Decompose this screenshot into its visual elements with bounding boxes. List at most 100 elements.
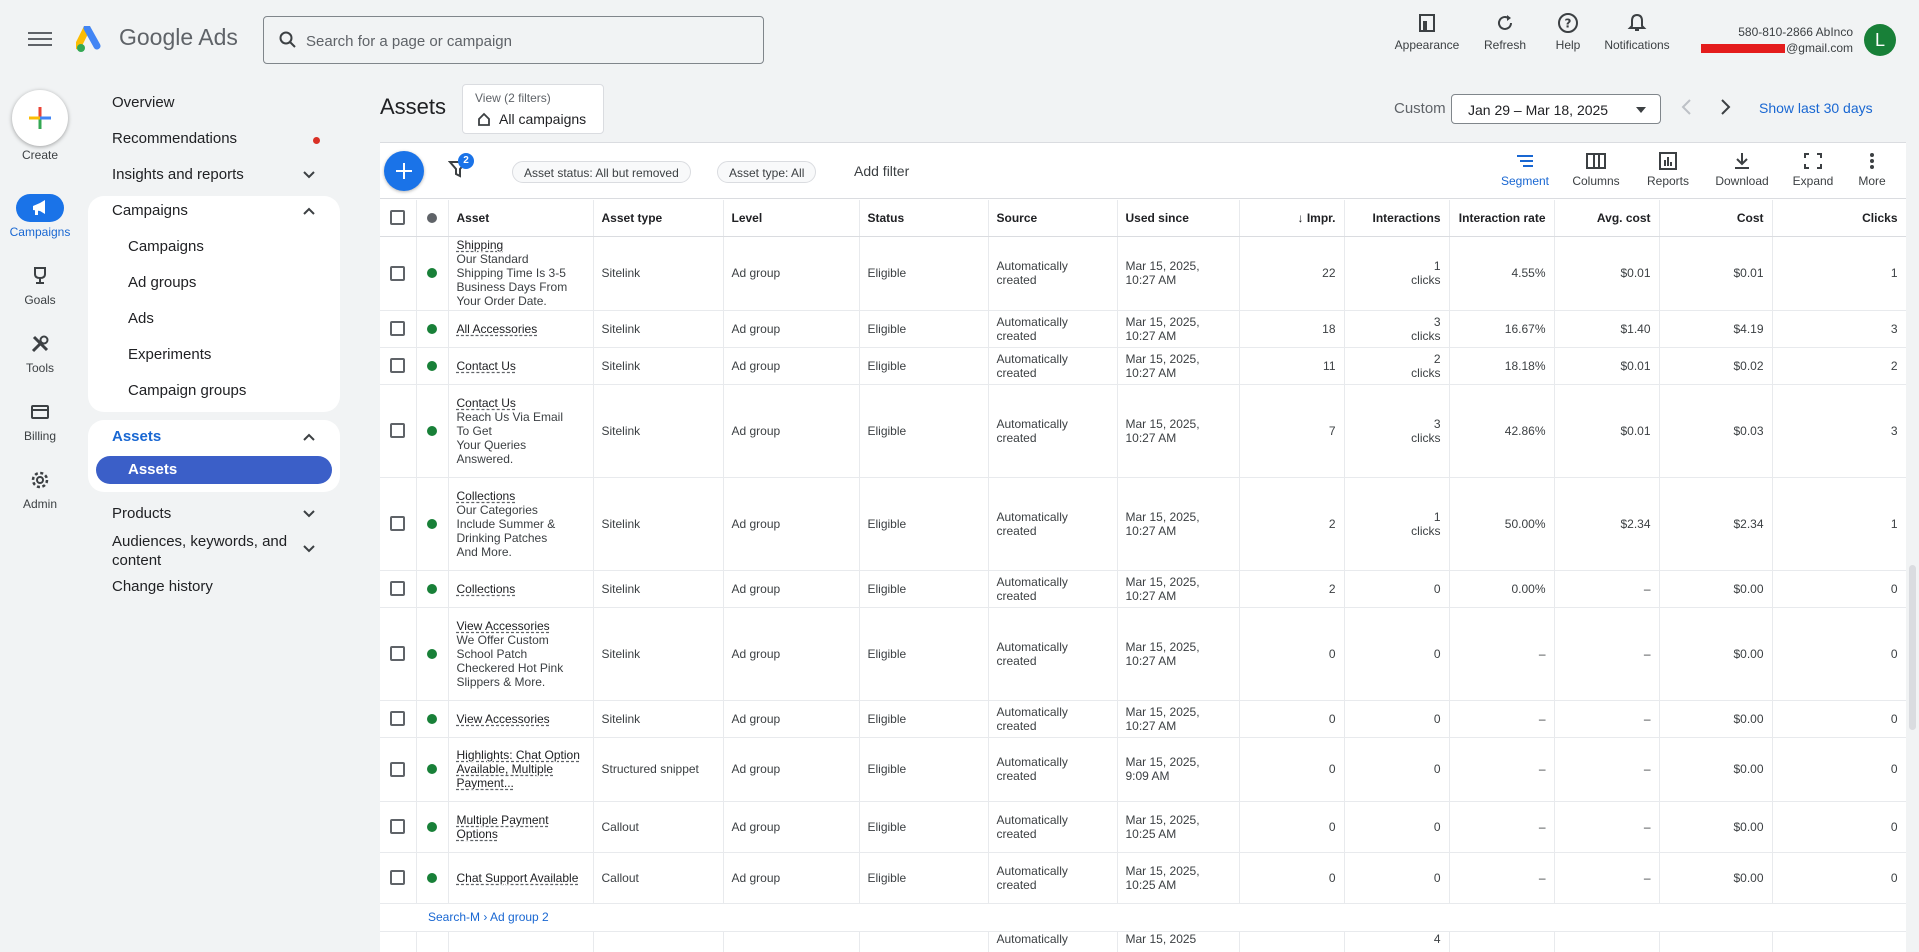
asset-cell[interactable]: Collections Our Categories Include Summer …	[448, 477, 594, 571]
select-all-checkbox[interactable]	[390, 210, 406, 226]
asset-link[interactable]: Collections	[457, 582, 585, 596]
col-source[interactable]: Source	[988, 200, 1118, 237]
rail-goals[interactable]	[16, 262, 64, 290]
table-row[interactable]: Automatically Mar 15, 2025 4	[380, 931, 1906, 952]
view-selector[interactable]: View (2 filters) All campaigns	[462, 84, 604, 134]
add-asset-button[interactable]	[384, 151, 424, 191]
asset-cell[interactable]: Contact Us	[448, 347, 594, 385]
table-row[interactable]: Contact Us Reach Us Via Email To Get Your Q…	[380, 384, 1906, 478]
row-checkbox[interactable]	[390, 761, 406, 777]
row-checkbox[interactable]	[390, 819, 406, 834]
header-select-all[interactable]	[380, 200, 417, 237]
asset-link[interactable]: Contact Us	[457, 396, 585, 410]
table-row[interactable]: View Accessories We Offer Custom School Pa…	[380, 607, 1906, 701]
filter-chip-status[interactable]: Asset status: All but removed	[512, 161, 691, 183]
vertical-scrollbar[interactable]	[1909, 565, 1916, 730]
asset-cell[interactable]: All Accessories	[448, 310, 594, 348]
segment-button[interactable]: Segment	[1498, 151, 1552, 188]
col-cost[interactable]: Cost	[1659, 200, 1773, 237]
ad-group-link[interactable]: Search-M › Ad group 2	[380, 903, 1906, 932]
row-checkbox[interactable]	[390, 516, 406, 531]
row-select-cell[interactable]	[380, 310, 417, 348]
rail-billing[interactable]	[16, 398, 64, 426]
nav-overview[interactable]: Overview	[88, 94, 340, 111]
row-select-cell[interactable]	[380, 347, 417, 385]
table-row[interactable]: Shipping Our Standard Shipping Time Is 3-5…	[380, 236, 1906, 311]
reports-button[interactable]: Reports	[1644, 151, 1692, 188]
nav-assets-active[interactable]: Assets	[96, 456, 332, 484]
refresh-button[interactable]: Refresh	[1480, 12, 1530, 52]
account-info[interactable]: 580-810-2866 AbInco @gmail.com	[1701, 24, 1853, 56]
nav-change-history[interactable]: Change history	[88, 578, 340, 595]
nav-insights[interactable]: Insights and reports	[88, 166, 340, 183]
nav-assets-header[interactable]: Assets	[88, 428, 340, 445]
col-impr[interactable]: ↓ Impr.	[1239, 200, 1345, 237]
col-level[interactable]: Level	[723, 200, 860, 237]
col-asset[interactable]: Asset	[448, 200, 594, 237]
table-row[interactable]: Contact Us Sitelink Ad group Eligible Automa…	[380, 347, 1906, 385]
col-clicks[interactable]: Clicks	[1772, 200, 1906, 237]
asset-cell[interactable]: View Accessories We Offer Custom School Pa…	[448, 607, 594, 701]
nav-recommendations[interactable]: Recommendations	[88, 130, 340, 147]
asset-link[interactable]: Shipping	[457, 238, 585, 252]
asset-link[interactable]: Chat Support Available	[457, 871, 585, 885]
table-row[interactable]: Multiple Payment Options Callout Ad group E…	[380, 801, 1906, 853]
col-asset-type[interactable]: Asset type	[593, 200, 724, 237]
nav-sub-ads[interactable]: Ads	[88, 310, 340, 327]
table-row[interactable]: Collections Sitelink Ad group Eligible Autom…	[380, 570, 1906, 608]
asset-link[interactable]: Collections	[457, 489, 585, 503]
hamburger-menu-icon[interactable]	[28, 28, 52, 52]
col-avg-cost[interactable]: Avg. cost	[1554, 200, 1660, 237]
ad-group-row[interactable]: Search-M › Ad group 2	[380, 903, 1906, 932]
row-select-cell[interactable]	[380, 477, 417, 571]
avatar[interactable]: L	[1864, 24, 1896, 56]
asset-cell[interactable]: Shipping Our Standard Shipping Time Is 3-5…	[448, 236, 594, 311]
nav-sub-experiments[interactable]: Experiments	[88, 346, 340, 363]
download-button[interactable]: Download	[1712, 151, 1772, 188]
chevron-right-icon[interactable]	[1717, 98, 1733, 116]
notifications-button[interactable]: Notifications	[1599, 12, 1675, 52]
row-checkbox[interactable]	[390, 423, 406, 438]
add-filter-button[interactable]: Add filter	[854, 163, 909, 179]
col-status[interactable]: Status	[859, 200, 989, 237]
filter-chip-type[interactable]: Asset type: All	[717, 161, 817, 183]
chevron-left-icon[interactable]	[1679, 98, 1695, 116]
table-row[interactable]: Collections Our Categories Include Summer …	[380, 477, 1906, 571]
nav-sub-ad-groups[interactable]: Ad groups	[88, 274, 340, 291]
row-checkbox[interactable]	[390, 321, 406, 336]
row-select-cell[interactable]	[380, 570, 417, 608]
row-checkbox[interactable]	[390, 265, 406, 281]
asset-cell[interactable]: Collections	[448, 570, 594, 608]
rail-tools[interactable]	[16, 330, 64, 358]
app-title[interactable]: Google Ads	[119, 24, 238, 51]
show-last-30-days-link[interactable]: Show last 30 days	[1759, 100, 1873, 116]
nav-sub-campaign-groups[interactable]: Campaign groups	[88, 382, 340, 399]
asset-cell[interactable]: View Accessories	[448, 700, 594, 738]
asset-link[interactable]: View Accessories	[457, 619, 585, 633]
rail-admin[interactable]	[16, 466, 64, 494]
nav-audiences[interactable]: Audiences, keywords, and content	[88, 532, 340, 570]
row-select-cell[interactable]	[380, 700, 417, 738]
more-button[interactable]: More	[1854, 151, 1890, 188]
search-box[interactable]	[263, 16, 764, 64]
row-select-cell[interactable]	[380, 852, 417, 904]
rail-campaigns[interactable]	[16, 194, 64, 222]
asset-link[interactable]: Highlights: Chat Option Available, Multi…	[457, 748, 585, 790]
asset-link[interactable]: Contact Us	[457, 359, 585, 373]
asset-cell[interactable]: Multiple Payment Options	[448, 801, 594, 853]
table-row[interactable]: All Accessories Sitelink Ad group Eligible A…	[380, 310, 1906, 348]
col-used-since[interactable]: Used since	[1117, 200, 1240, 237]
asset-link[interactable]: Multiple Payment Options	[457, 813, 585, 841]
nav-products[interactable]: Products	[88, 505, 340, 522]
row-checkbox[interactable]	[390, 581, 406, 596]
row-select-cell[interactable]	[380, 737, 417, 802]
columns-button[interactable]: Columns	[1570, 151, 1622, 188]
date-range-picker[interactable]: Jan 29 – Mar 18, 2025	[1451, 94, 1661, 124]
row-checkbox[interactable]	[390, 358, 406, 373]
nav-campaigns-header[interactable]: Campaigns	[88, 202, 340, 219]
row-checkbox[interactable]	[390, 646, 406, 661]
row-select-cell[interactable]	[380, 801, 417, 853]
row-select-cell[interactable]	[380, 236, 417, 311]
asset-cell[interactable]: Contact Us Reach Us Via Email To Get Your Q…	[448, 384, 594, 478]
search-input[interactable]	[306, 29, 746, 53]
